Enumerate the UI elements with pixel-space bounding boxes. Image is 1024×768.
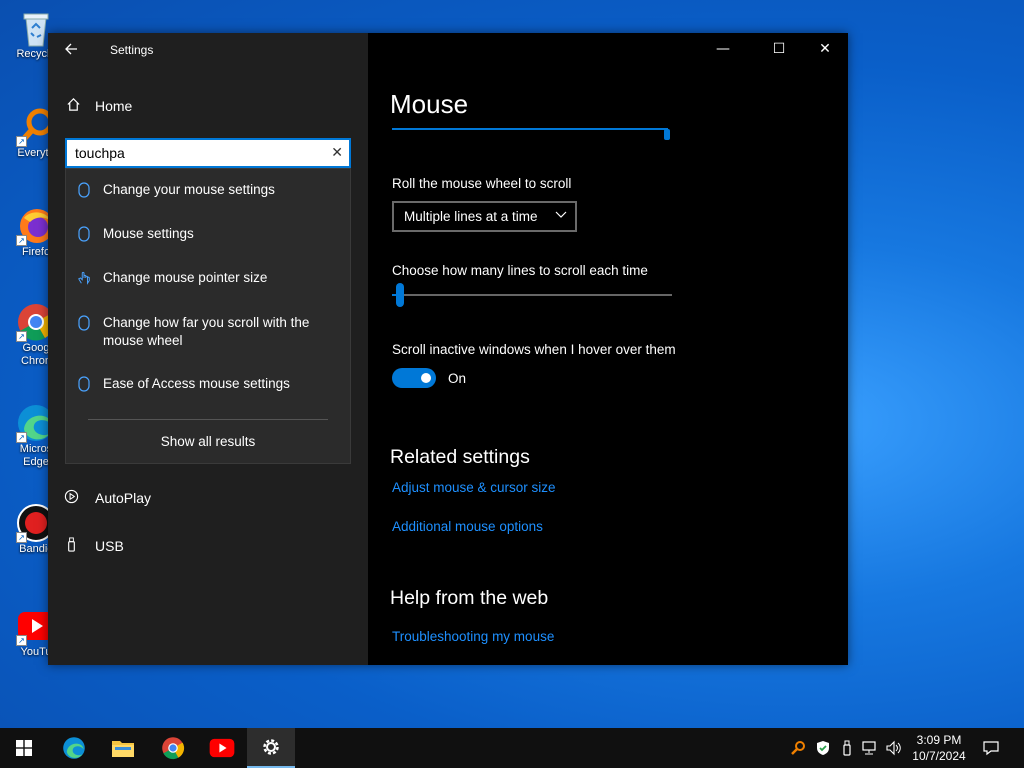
window-title: Settings: [110, 43, 154, 57]
scroll-position-track: [392, 128, 668, 130]
taskbar: 3:09 PM 10/7/2024: [0, 728, 1024, 768]
shortcut-arrow-icon: ↗: [16, 635, 27, 646]
sidebar-item-label: USB: [95, 538, 124, 554]
help-heading: Help from the web: [390, 587, 549, 609]
everything-search-tray-icon[interactable]: [790, 740, 806, 756]
maximize-button[interactable]: ☐: [764, 39, 794, 59]
search-result-item[interactable]: Change your mouse settings: [66, 181, 350, 199]
search-result-item[interactable]: Mouse settings: [66, 225, 350, 243]
search-result-item[interactable]: Ease of Access mouse settings: [66, 375, 350, 393]
clock-date: 10/7/2024: [912, 749, 966, 763]
search-result-label: Mouse settings: [103, 226, 194, 241]
taskbar-edge[interactable]: [50, 728, 98, 768]
inactive-scroll-toggle[interactable]: [392, 368, 436, 388]
toggle-state-label: On: [448, 371, 467, 386]
taskbar-settings[interactable]: [247, 728, 295, 768]
main-pane: — ☐ ✕ Mouse Roll the mouse wheel to scro…: [368, 33, 848, 665]
usb-device-icon[interactable]: [839, 740, 855, 756]
chrome-icon: [162, 737, 185, 760]
troubleshooting-link[interactable]: Troubleshooting my mouse: [392, 629, 554, 644]
volume-icon[interactable]: [885, 740, 901, 756]
network-icon[interactable]: [862, 740, 878, 756]
search-result-item[interactable]: Change mouse pointer size: [66, 269, 350, 287]
search-result-label: Change your mouse settings: [103, 182, 275, 197]
shortcut-arrow-icon: ↗: [16, 136, 27, 147]
taskbar-chrome[interactable]: [149, 728, 197, 768]
taskbar-youtube[interactable]: [198, 728, 246, 768]
lines-slider-thumb[interactable]: [396, 283, 404, 307]
start-icon: [16, 740, 32, 756]
lines-slider-track[interactable]: [392, 294, 672, 296]
sidebar-item-autoplay[interactable]: AutoPlay: [64, 489, 151, 507]
home-icon: [66, 97, 81, 115]
search-result-item[interactable]: Change how far you scroll with the mouse…: [66, 314, 350, 350]
scroll-mode-label: Roll the mouse wheel to scroll: [392, 176, 572, 191]
minimize-button[interactable]: —: [708, 39, 738, 59]
taskbar-file-explorer[interactable]: [99, 728, 147, 768]
shortcut-arrow-icon: ↗: [16, 235, 27, 246]
scroll-position-thumb[interactable]: [664, 129, 670, 140]
scroll-mode-select[interactable]: Multiple lines at a time: [392, 201, 577, 232]
edge-icon: [63, 737, 85, 759]
taskbar-clock[interactable]: 3:09 PM 10/7/2024: [908, 732, 970, 764]
action-center-icon[interactable]: [983, 740, 999, 756]
autoplay-icon: [64, 489, 79, 507]
related-settings-heading: Related settings: [390, 446, 530, 468]
clear-search-icon[interactable]: ✕: [331, 145, 343, 161]
additional-mouse-options-link[interactable]: Additional mouse options: [392, 519, 543, 534]
sidebar-item-label: AutoPlay: [95, 490, 152, 506]
file-explorer-icon: [112, 741, 134, 757]
close-button[interactable]: ✕: [810, 39, 840, 59]
mouse-icon: [78, 182, 90, 198]
search-results-dropdown: Change your mouse settings Mouse setting…: [65, 168, 351, 464]
sidebar-item-home[interactable]: Home: [66, 97, 132, 115]
show-all-results-button[interactable]: Show all results: [66, 434, 350, 449]
settings-gear-icon: [263, 739, 279, 755]
shortcut-arrow-icon: ↗: [16, 331, 27, 342]
security-shield-icon[interactable]: [815, 740, 831, 756]
toggle-knob: [421, 373, 431, 383]
search-input[interactable]: [75, 144, 315, 162]
mouse-icon: [78, 226, 90, 242]
settings-window: Settings Home ✕ Change your mouse settin…: [48, 33, 848, 665]
sidebar-item-label: Home: [95, 98, 133, 114]
start-button[interactable]: [0, 728, 48, 768]
search-result-label: Change how far you scroll with the mouse…: [103, 315, 310, 348]
search-box[interactable]: ✕: [65, 138, 351, 168]
hand-pointer-icon: [78, 271, 90, 285]
search-result-label: Change mouse pointer size: [103, 270, 268, 285]
clock-time: 3:09 PM: [916, 733, 962, 747]
inactive-scroll-label: Scroll inactive windows when I hover ove…: [392, 342, 676, 357]
mouse-icon: [78, 315, 90, 331]
search-result-label: Ease of Access mouse settings: [103, 376, 290, 391]
back-arrow-icon[interactable]: [64, 41, 78, 60]
sidebar-item-usb[interactable]: USB: [64, 537, 124, 555]
shortcut-arrow-icon: ↗: [16, 532, 27, 543]
lines-to-scroll-label: Choose how many lines to scroll each tim…: [392, 263, 648, 278]
sidebar: Settings Home ✕ Change your mouse settin…: [48, 33, 368, 665]
page-title: Mouse: [390, 89, 469, 119]
adjust-mouse-cursor-link[interactable]: Adjust mouse & cursor size: [392, 480, 556, 495]
youtube-icon: [209, 738, 235, 758]
divider: [88, 419, 328, 420]
usb-icon: [64, 537, 79, 555]
shortcut-arrow-icon: ↗: [16, 432, 27, 443]
mouse-icon: [78, 376, 90, 392]
chevron-down-icon: [555, 208, 567, 223]
scroll-mode-value: Multiple lines at a time: [404, 209, 538, 224]
